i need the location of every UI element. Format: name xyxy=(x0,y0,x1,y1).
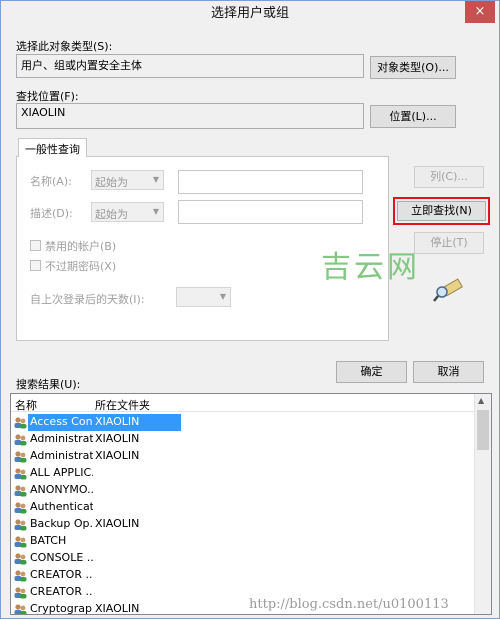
row-folder: XIAOLIN xyxy=(95,449,140,462)
search-results-label: 搜索结果(U): xyxy=(16,378,81,391)
days-since-logon-label: 自上次登录后的天数(I): xyxy=(30,293,145,306)
table-row[interactable]: Authenticat... xyxy=(11,499,481,516)
user-group-icon xyxy=(13,416,27,429)
row-name: CREATOR ... xyxy=(30,568,93,581)
description-input[interactable] xyxy=(178,200,363,224)
user-group-icon xyxy=(13,467,27,480)
row-name: ANONYMO... xyxy=(30,483,93,496)
non-expiring-password-checkbox[interactable] xyxy=(30,260,41,271)
table-row[interactable]: Administrat...XIAOLIN xyxy=(11,448,481,465)
title-bar: 选择用户或组 × xyxy=(1,1,499,27)
ok-button[interactable]: 确定 xyxy=(336,361,407,383)
row-name: Cryptograp... xyxy=(30,602,93,615)
table-row[interactable]: ANONYMO... xyxy=(11,482,481,499)
table-row[interactable]: Backup Op... XIAOLIN xyxy=(11,516,481,533)
row-folder: XIAOLIN xyxy=(95,517,140,530)
row-name: Authenticat... xyxy=(30,500,93,513)
stop-button[interactable]: 停止(T) xyxy=(414,232,484,254)
table-row[interactable]: Administrat...XIAOLIN xyxy=(11,431,481,448)
user-group-icon xyxy=(13,586,27,599)
find-now-button[interactable]: 立即查找(N) xyxy=(397,201,486,221)
row-name: ALL APPLIC... xyxy=(30,466,93,479)
select-users-dialog: 选择用户或组 × 选择此对象类型(S): 用户、组或内置安全主体 对象类型(O)… xyxy=(0,0,500,619)
locations-button[interactable]: 位置(L)... xyxy=(370,105,456,128)
row-folder: XIAOLIN xyxy=(95,602,140,615)
close-button[interactable]: × xyxy=(465,1,495,23)
search-results-list[interactable]: 名称 所在文件夹 Access Con...XIAOLINAdministrat… xyxy=(10,393,492,615)
column-header-name[interactable]: 名称 xyxy=(15,397,37,413)
non-expiring-password-label: 不过期密码(X) xyxy=(45,260,117,273)
row-name: Backup Op... xyxy=(30,517,93,530)
disabled-accounts-label: 禁用的帐户(B) xyxy=(45,240,117,253)
table-row[interactable]: CREATOR ... xyxy=(11,567,481,584)
chevron-down-icon: ▼ xyxy=(152,207,159,216)
user-group-icon xyxy=(13,484,27,497)
description-match-select[interactable]: 起始为 ▼ xyxy=(91,202,164,222)
window-title: 选择用户或组 xyxy=(210,6,289,21)
scrollbar-thumb[interactable] xyxy=(477,410,489,450)
tab-common-queries[interactable]: 一般性查询 xyxy=(18,138,87,157)
name-match-select[interactable]: 起始为 ▼ xyxy=(91,170,164,190)
object-type-label: 选择此对象类型(S): xyxy=(16,40,113,53)
row-name: Access Con... xyxy=(30,415,93,428)
disabled-accounts-checkbox[interactable] xyxy=(30,240,41,251)
vertical-scrollbar[interactable]: ▲ xyxy=(474,394,491,614)
user-group-icon xyxy=(13,501,27,514)
search-magnifier-icon xyxy=(433,277,463,303)
chevron-down-icon: ▼ xyxy=(219,292,226,301)
user-group-icon xyxy=(13,603,27,614)
object-types-button[interactable]: 对象类型(O)... xyxy=(370,56,456,79)
row-name: Administrat... xyxy=(30,432,93,445)
description-match-value: 起始为 xyxy=(95,208,128,221)
watermark-url: http://blog.csdn.net/u0100113 xyxy=(249,597,449,612)
results-header: 名称 所在文件夹 xyxy=(11,394,491,412)
columns-button[interactable]: 列(C)... xyxy=(414,166,484,188)
table-row[interactable]: CONSOLE ... xyxy=(11,550,481,567)
user-group-icon xyxy=(13,450,27,463)
user-group-icon xyxy=(13,535,27,548)
name-input[interactable] xyxy=(178,170,363,194)
user-group-icon xyxy=(13,552,27,565)
days-since-logon-select[interactable]: ▼ xyxy=(176,287,231,307)
cancel-button[interactable]: 取消 xyxy=(413,361,484,383)
watermark-brand: 吉云网 xyxy=(321,250,420,285)
row-name: BATCH xyxy=(30,534,67,547)
row-name: CREATOR ... xyxy=(30,585,93,598)
description-label: 描述(D): xyxy=(30,207,73,220)
location-label: 查找位置(F): xyxy=(16,90,79,103)
chevron-down-icon: ▼ xyxy=(152,175,159,184)
scroll-up-icon[interactable]: ▲ xyxy=(478,396,484,405)
object-type-field: 用户、组或内置安全主体 xyxy=(16,54,364,78)
row-name: CONSOLE ... xyxy=(30,551,93,564)
name-match-value: 起始为 xyxy=(95,176,128,189)
table-row[interactable]: BATCH xyxy=(11,533,481,550)
table-row[interactable]: Access Con...XIAOLIN xyxy=(11,414,481,431)
location-field: XIAOLIN xyxy=(16,103,364,129)
column-header-folder[interactable]: 所在文件夹 xyxy=(95,397,150,413)
name-label: 名称(A): xyxy=(30,175,72,188)
row-folder: XIAOLIN xyxy=(95,415,140,428)
user-group-icon xyxy=(13,569,27,582)
row-name: Administrat... xyxy=(30,449,93,462)
table-row[interactable]: ALL APPLIC... xyxy=(11,465,481,482)
row-folder: XIAOLIN xyxy=(95,432,140,445)
user-group-icon xyxy=(13,433,27,446)
user-group-icon xyxy=(13,518,27,531)
